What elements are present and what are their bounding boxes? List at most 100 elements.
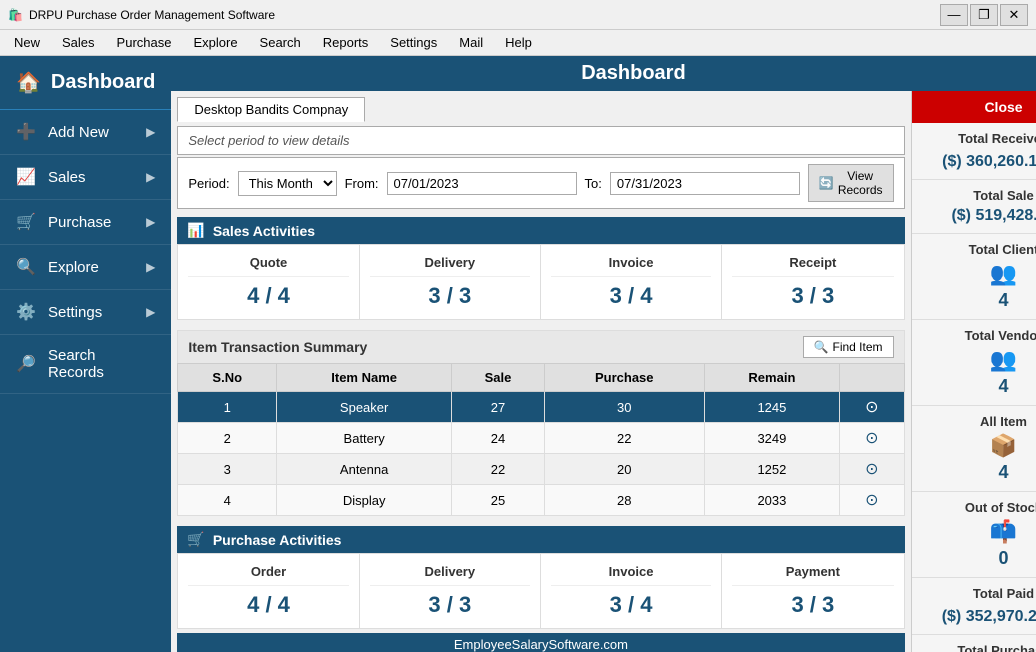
sales-activities-title: Sales Activities xyxy=(213,223,315,239)
sidebar: 🏠 Dashboard ➕ Add New ▶ 📈 Sales ▶ 🛒 Purc… xyxy=(0,56,171,652)
sales-icon: 📈 xyxy=(16,167,36,187)
sales-arrow-icon: ▶ xyxy=(146,170,155,184)
app-title: DRPU Purchase Order Management Software xyxy=(29,8,275,22)
menu-item-explore[interactable]: Explore xyxy=(183,33,247,52)
period-bar: Select period to view details xyxy=(177,126,904,155)
app-icon: 🛍️ xyxy=(8,8,23,22)
main-layout: 🏠 Dashboard ➕ Add New ▶ 📈 Sales ▶ 🛒 Purc… xyxy=(0,56,1036,652)
table-row[interactable]: 1 Speaker 27 30 1245 ⊙ xyxy=(178,392,904,423)
close-button[interactable]: Close xyxy=(912,91,1036,123)
stat-value: 4 xyxy=(922,290,1036,311)
dashboard-icon: 🏠 xyxy=(16,70,41,95)
footer-banner: EmployeeSalarySoftware.com xyxy=(177,633,904,652)
company-tab[interactable]: Desktop Bandits Compnay xyxy=(177,97,365,122)
menu-item-purchase[interactable]: Purchase xyxy=(107,33,182,52)
cell-itemname: Battery xyxy=(277,423,452,454)
view-records-button[interactable]: 🔄 View Records xyxy=(808,164,894,202)
cell-purchase: 30 xyxy=(544,392,704,423)
menu-item-settings[interactable]: Settings xyxy=(380,33,447,52)
quote-value: 4 / 4 xyxy=(188,283,348,309)
nav-arrow-icon[interactable]: ⊙ xyxy=(865,492,878,509)
sales-receipt-value: 3 / 3 xyxy=(732,283,893,309)
cell-purchase: 20 xyxy=(544,454,704,485)
cell-nav[interactable]: ⊙ xyxy=(840,485,904,516)
nav-arrow-icon[interactable]: ⊙ xyxy=(865,430,878,447)
stat-card-total-sale: Total Sale($) 519,428.83 xyxy=(912,180,1036,234)
sales-quote-card: Quote 4 / 4 xyxy=(178,245,359,319)
stat-title: All Item xyxy=(922,414,1036,429)
sidebar-item-addnew[interactable]: ➕ Add New ▶ xyxy=(0,110,171,155)
period-prompt: Select period to view details xyxy=(188,133,893,148)
cell-sale: 27 xyxy=(452,392,545,423)
menu-item-sales[interactable]: Sales xyxy=(52,33,105,52)
cell-nav[interactable]: ⊙ xyxy=(840,423,904,454)
stat-title: Total Vendor xyxy=(922,328,1036,343)
col-sno: S.No xyxy=(178,364,277,392)
table-row[interactable]: 2 Battery 24 22 3249 ⊙ xyxy=(178,423,904,454)
find-item-button[interactable]: 🔍 Find Item xyxy=(803,336,894,358)
cell-purchase: 28 xyxy=(544,485,704,516)
menu-item-search[interactable]: Search xyxy=(250,33,311,52)
title-bar-controls: — ❐ ✕ xyxy=(940,4,1028,26)
purchase-order-card: Order 4 / 4 xyxy=(178,554,359,628)
purchase-payment-value: 3 / 3 xyxy=(732,592,893,618)
page-title: Dashboard xyxy=(581,62,685,84)
stat-card-total-client: Total Client👥4 xyxy=(912,234,1036,320)
sidebar-item-purchase[interactable]: 🛒 Purchase ▶ xyxy=(0,200,171,245)
menu-item-help[interactable]: Help xyxy=(495,33,542,52)
explore-icon: 🔍 xyxy=(16,257,36,277)
purchase-activities-section: 🛒 Purchase Activities Order 4 / 4 Delive… xyxy=(177,526,904,629)
sidebar-item-explore[interactable]: 🔍 Explore ▶ xyxy=(0,245,171,290)
menu-item-mail[interactable]: Mail xyxy=(449,33,493,52)
stat-value: 4 xyxy=(922,462,1036,483)
title-bar: 🛍️ DRPU Purchase Order Management Softwa… xyxy=(0,0,1036,30)
sidebar-item-settings[interactable]: ⚙️ Settings ▶ xyxy=(0,290,171,335)
cell-sno: 2 xyxy=(178,423,277,454)
transaction-table: S.No Item Name Sale Purchase Remain 1 Sp… xyxy=(177,363,904,516)
nav-arrow-icon[interactable]: ⊙ xyxy=(865,461,878,478)
nav-arrow-icon[interactable]: ⊙ xyxy=(865,399,878,416)
addnew-icon: ➕ xyxy=(16,122,36,142)
window-close-button[interactable]: ✕ xyxy=(1000,4,1028,26)
cell-remain: 1245 xyxy=(704,392,839,423)
table-row[interactable]: 3 Antenna 22 20 1252 ⊙ xyxy=(178,454,904,485)
purchase-invoice-card: Invoice 3 / 4 xyxy=(541,554,722,628)
footer-text: EmployeeSalarySoftware.com xyxy=(454,637,628,652)
col-remain: Remain xyxy=(704,364,839,392)
sales-activity-grid: Quote 4 / 4 Delivery 3 / 3 Invoice 3 / 4 xyxy=(177,244,904,320)
table-row[interactable]: 4 Display 25 28 2033 ⊙ xyxy=(178,485,904,516)
sidebar-item-searchrecords[interactable]: 🔎 Search Records xyxy=(0,335,171,394)
cell-sale: 25 xyxy=(452,485,545,516)
table-header-row: S.No Item Name Sale Purchase Remain xyxy=(178,364,904,392)
sales-receipt-card: Receipt 3 / 3 xyxy=(722,245,903,319)
cell-nav[interactable]: ⊙ xyxy=(840,454,904,485)
cell-sno: 1 xyxy=(178,392,277,423)
purchase-arrow-icon: ▶ xyxy=(146,215,155,229)
sales-invoice-card: Invoice 3 / 4 xyxy=(541,245,722,319)
stat-card-out-of-stock: Out of Stock📫0 xyxy=(912,492,1036,578)
cell-nav[interactable]: ⊙ xyxy=(840,392,904,423)
cell-itemname: Display xyxy=(277,485,452,516)
to-date-input[interactable] xyxy=(610,172,800,195)
col-purchase: Purchase xyxy=(544,364,704,392)
cell-sale: 22 xyxy=(452,454,545,485)
stat-value: 0 xyxy=(922,548,1036,569)
stat-value: 4 xyxy=(922,376,1036,397)
purchase-invoice-title: Invoice xyxy=(551,564,711,586)
period-dropdown[interactable]: This Month xyxy=(238,171,337,196)
period-label: Period: xyxy=(188,176,229,191)
quote-title: Quote xyxy=(188,255,348,277)
purchase-activities-title: Purchase Activities xyxy=(213,532,342,548)
restore-button[interactable]: ❐ xyxy=(970,4,998,26)
purchase-order-title: Order xyxy=(188,564,348,586)
from-date-input[interactable] xyxy=(387,172,577,195)
menu-item-reports[interactable]: Reports xyxy=(313,33,379,52)
minimize-button[interactable]: — xyxy=(940,4,968,26)
menu-item-new[interactable]: New xyxy=(4,33,50,52)
right-panel: Close Total Received($) 360,260.11 ⬇Tota… xyxy=(911,91,1036,652)
col-itemname: Item Name xyxy=(277,364,452,392)
settings-arrow-icon: ▶ xyxy=(146,305,155,319)
purchase-activity-grid: Order 4 / 4 Delivery 3 / 3 Invoice 3 / 4 xyxy=(177,553,904,629)
sidebar-item-sales[interactable]: 📈 Sales ▶ xyxy=(0,155,171,200)
stat-icon: 📫 xyxy=(922,519,1036,545)
